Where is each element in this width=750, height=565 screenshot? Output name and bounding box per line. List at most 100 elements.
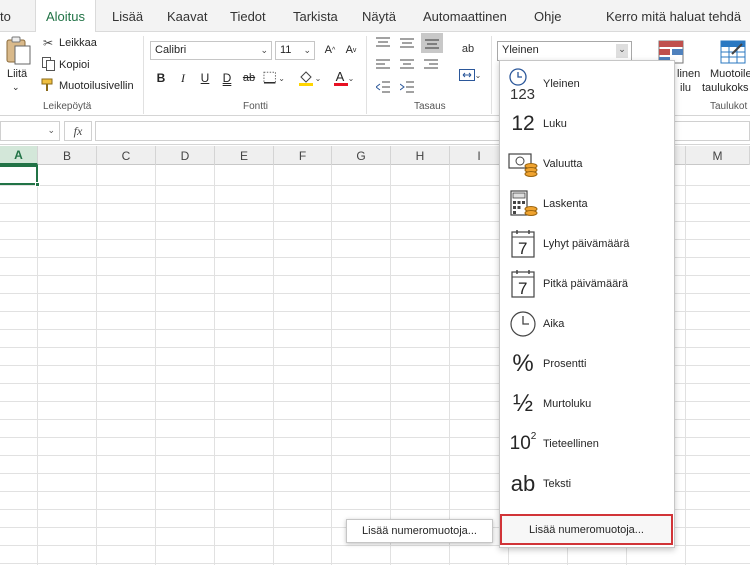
ribbon-tab-bar: to Aloitus Lisää Kaavat Tiedot Tarkista … — [0, 0, 750, 32]
tab-kaavat[interactable]: Kaavat — [167, 9, 207, 24]
fraction-icon: ½ — [512, 390, 533, 417]
font-group-label: Fontti — [243, 101, 269, 112]
double-underline-button[interactable]: D — [218, 69, 236, 87]
calendar-icon: 7 — [508, 228, 538, 260]
tab-automaattinen[interactable]: Automaattinen — [423, 9, 507, 24]
text-ab-icon: ab — [510, 471, 536, 496]
align-middle-icon[interactable] — [397, 34, 417, 52]
format-option-time[interactable]: Aika — [500, 304, 674, 344]
column-header-d[interactable]: D — [156, 146, 215, 165]
format-painter-icon[interactable] — [41, 78, 55, 92]
italic-button[interactable]: I — [174, 69, 192, 87]
font-name-value: Calibri — [155, 44, 187, 56]
conditional-formatting-label-2[interactable]: ilu — [680, 82, 691, 94]
tell-me-search[interactable]: Kerro mitä haluat tehdä — [606, 9, 741, 24]
chevron-down-icon[interactable]: ⌄ — [616, 44, 628, 58]
column-header-g[interactable]: G — [332, 146, 391, 165]
currency-icon — [508, 148, 538, 180]
format-option-currency[interactable]: Valuutta — [500, 144, 674, 184]
align-left-icon[interactable] — [373, 56, 393, 74]
chevron-down-icon: ⌄ — [303, 45, 311, 55]
fill-color-icon[interactable]: ⌄ — [295, 68, 323, 88]
alignment-group-label: Tasaus — [414, 101, 446, 112]
tab-lisaa[interactable]: Lisää — [112, 9, 143, 24]
fill-handle[interactable] — [35, 182, 40, 187]
column-header-c[interactable]: C — [97, 146, 156, 165]
tab-tiedosto[interactable]: to — [0, 9, 11, 24]
align-top-icon[interactable] — [373, 34, 393, 52]
format-option-text[interactable]: ab Teksti — [500, 464, 674, 504]
number-format-dropdown[interactable]: Yleinen ⌄ — [497, 41, 632, 61]
copy-label[interactable]: Kopioi — [59, 59, 90, 71]
paste-icon[interactable] — [4, 36, 34, 66]
conditional-formatting-label-1[interactable]: linen — [677, 68, 700, 80]
paste-label[interactable]: Liitä — [7, 68, 27, 80]
active-cell[interactable] — [0, 165, 38, 185]
wrap-text-icon[interactable]: ab — [458, 40, 478, 58]
decrease-indent-icon[interactable] — [373, 78, 393, 96]
svg-text:123: 123 — [510, 86, 535, 100]
shrink-font-button[interactable]: Av — [342, 41, 360, 59]
format-option-fraction[interactable]: ½ Murtoluku — [500, 384, 674, 424]
format-as-table-label-1[interactable]: Muotoile — [710, 68, 750, 80]
borders-icon[interactable]: ⌄ — [263, 70, 285, 86]
clock-icon — [508, 308, 538, 340]
tab-nayta[interactable]: Näytä — [362, 9, 396, 24]
column-header-b[interactable]: B — [38, 146, 97, 165]
tables-group-label: Taulukot — [710, 101, 748, 112]
number-12-icon: 12 — [511, 112, 535, 135]
number-format-menu: 123 Yleinen 12 Luku Valuutta Laskenta 7 … — [499, 60, 675, 548]
grow-font-button[interactable]: A ^ — [321, 41, 339, 59]
cut-label[interactable]: Leikkaa — [59, 37, 97, 49]
tab-tarkista[interactable]: Tarkista — [293, 9, 338, 24]
format-option-long-date[interactable]: 7 Pitkä päivämäärä — [500, 264, 674, 304]
format-as-table-label-2[interactable]: taulukoks — [702, 82, 748, 94]
font-size-value: 11 — [280, 44, 292, 56]
format-option-scientific[interactable]: 10 2 Tieteellinen — [500, 424, 674, 464]
scissors-icon[interactable]: ✂ — [41, 36, 55, 50]
format-option-percentage[interactable]: % Prosentti — [500, 344, 674, 384]
name-box[interactable]: ⌄ — [0, 121, 60, 141]
format-painter-label[interactable]: Muotoilusivellin — [59, 80, 134, 92]
format-as-table-icon[interactable] — [719, 39, 747, 65]
underline-button[interactable]: U — [196, 69, 214, 87]
format-option-number[interactable]: 12 Luku — [500, 104, 674, 144]
tab-aloitus[interactable]: Aloitus — [35, 0, 97, 32]
chevron-down-icon: ⌄ — [260, 45, 268, 55]
copy-icon[interactable] — [41, 57, 55, 71]
format-option-general[interactable]: 123 Yleinen — [500, 64, 674, 104]
chevron-down-icon[interactable]: ⌄ — [47, 125, 55, 136]
column-header-e[interactable]: E — [215, 146, 274, 165]
tab-tiedot[interactable]: Tiedot — [230, 9, 266, 24]
column-header-h[interactable]: H — [391, 146, 450, 165]
align-center-icon[interactable] — [397, 56, 417, 74]
clock-123-icon: 123 — [508, 68, 538, 100]
align-bottom-icon[interactable] — [421, 33, 443, 53]
format-option-accounting[interactable]: Laskenta — [500, 184, 674, 224]
calculator-icon — [508, 188, 538, 220]
ribbon-separator — [366, 36, 367, 114]
paste-chevron-down-icon[interactable]: ⌄ — [12, 82, 20, 93]
insert-function-button[interactable]: fx — [64, 121, 92, 141]
number-format-value: Yleinen — [502, 44, 539, 56]
calendar-icon: 7 — [508, 268, 538, 300]
more-number-formats-button[interactable]: Lisää numeromuotoja... — [500, 514, 673, 545]
column-header-f[interactable]: F — [274, 146, 332, 165]
column-header-a[interactable]: A — [0, 146, 38, 165]
increase-indent-icon[interactable] — [397, 78, 417, 96]
more-number-formats-tooltip: Lisää numeromuotoja... — [346, 519, 493, 543]
align-right-icon[interactable] — [421, 56, 441, 74]
font-color-icon[interactable]: A ⌄ — [330, 68, 358, 88]
font-size-dropdown[interactable]: 11 ⌄ — [275, 41, 315, 60]
format-option-short-date[interactable]: 7 Lyhyt päivämäärä — [500, 224, 674, 264]
strikethrough-button[interactable]: ab — [240, 69, 258, 87]
ribbon-separator — [143, 36, 144, 114]
bold-button[interactable]: B — [152, 69, 170, 87]
column-header-m[interactable]: M — [686, 146, 750, 165]
tab-ohje[interactable]: Ohje — [534, 9, 561, 24]
ribbon-separator — [491, 36, 492, 114]
scientific-icon: 10 2 — [509, 430, 537, 455]
font-name-dropdown[interactable]: Calibri ⌄ — [150, 41, 272, 60]
merge-center-icon[interactable]: ⌄ — [458, 66, 482, 84]
percent-icon: % — [512, 350, 534, 377]
